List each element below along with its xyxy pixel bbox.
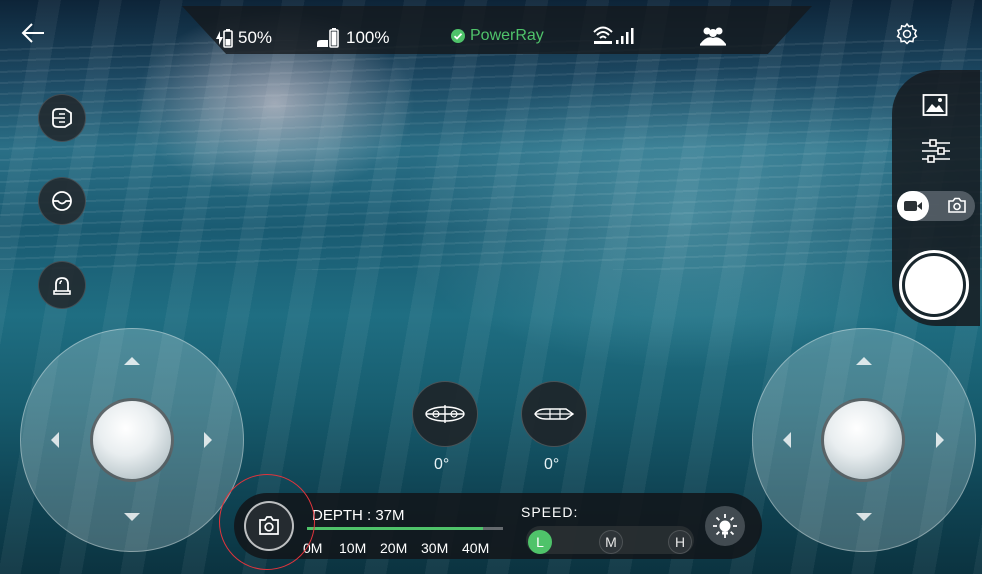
shutter-button[interactable] [899,250,969,320]
joystick-down-arrow-icon [124,513,140,521]
speed-label: SPEED: [521,504,579,520]
alarm-light-button[interactable] [38,261,86,309]
back-arrow-icon[interactable] [20,20,46,46]
depth-tick-label: 30M [421,540,449,556]
depth-tick-label: 0M [303,540,323,556]
background-water-surface [0,40,982,270]
camera-icon [256,513,282,539]
settings-sliders-icon[interactable] [921,139,951,163]
flashlight-button[interactable] [38,94,86,142]
depth-scale: 0M 10M 20M 30M 40M [303,540,498,556]
joystick-down-arrow-icon [856,513,872,521]
joystick-left-arrow-icon [51,432,59,448]
speed-medium-button[interactable]: M [599,530,623,554]
speed-high-button[interactable]: H [668,530,692,554]
drone-side-view-icon [532,406,576,422]
roll-angle-text: 0° [434,456,450,473]
lights-button[interactable] [705,506,745,546]
drone-front-view-icon [423,403,467,425]
remote-battery-text: 100% [346,28,390,47]
wifi-signal-icon [592,24,638,46]
light-bulb-icon [711,512,739,540]
status-bar: 50% 100% PowerRay [182,6,812,54]
depth-tick-label: 20M [380,540,408,556]
joystick-up-arrow-icon [856,357,872,365]
tilt-control-button[interactable] [38,177,86,225]
connection-status: PowerRay [450,27,544,45]
connection-name: PowerRay [470,27,544,44]
depth-tick-label: 10M [339,540,367,556]
multi-user-icon [698,24,728,46]
depth-gauge-fill [307,527,484,530]
gallery-icon[interactable] [922,93,948,117]
drone-battery-icon [214,27,234,49]
pitch-angle-text: 0° [544,456,560,473]
camera-tilt-button[interactable] [244,501,294,551]
drone-battery-text: 50% [238,28,273,47]
right-joystick-knob[interactable] [821,398,905,482]
connected-check-icon [450,28,466,44]
remote-controller-battery-icon [316,27,342,49]
remote-battery-status: 100% [316,27,389,49]
depth-tick-label: 40M [462,540,490,556]
photo-mode-icon[interactable] [948,197,966,213]
joystick-left-arrow-icon [783,432,791,448]
alarm-icon [49,272,75,298]
shutter-button-core [905,256,963,314]
tilt-icon [49,188,75,214]
joystick-right-arrow-icon [204,432,212,448]
joystick-right-arrow-icon [936,432,944,448]
flashlight-icon [49,105,75,131]
depth-label: DEPTH : 37M [312,507,405,524]
roll-indicator [412,381,478,447]
joystick-up-arrow-icon [124,357,140,365]
drone-battery-status: 50% [214,27,272,49]
video-mode-icon[interactable] [897,191,929,221]
pitch-indicator [521,381,587,447]
left-joystick-knob[interactable] [90,398,174,482]
speed-low-button[interactable]: L [528,530,552,554]
depth-gauge [307,527,503,530]
gear-icon[interactable] [895,22,919,46]
